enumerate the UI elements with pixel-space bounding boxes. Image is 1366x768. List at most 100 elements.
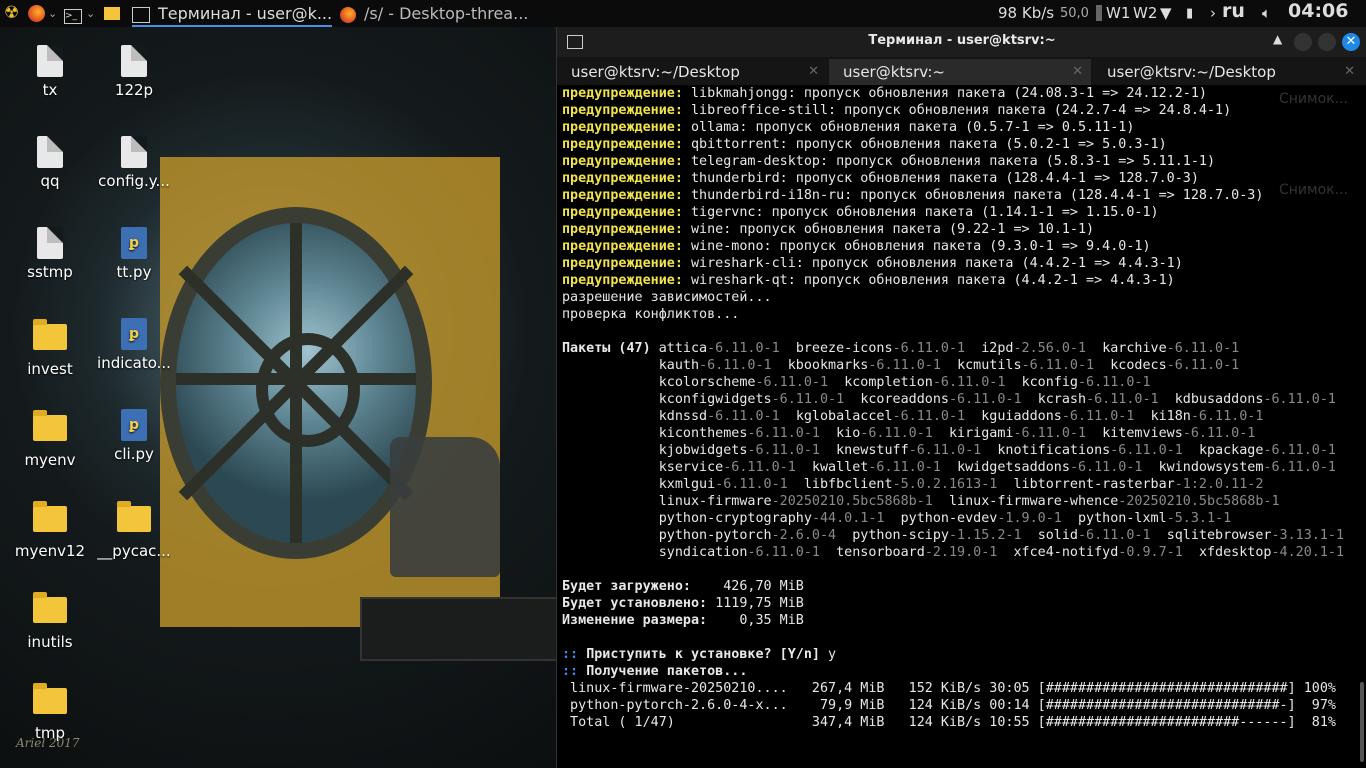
package-name: xfce4-notifyd xyxy=(1013,545,1119,560)
download-line: Total ( 1/47) 347,4 MiB 124 KiB/s 10:55 … xyxy=(562,714,1352,731)
icon-label: cli.py xyxy=(114,445,154,463)
warning-label: предупреждение: xyxy=(562,205,683,220)
desktop-folder-inutils[interactable]: inutils xyxy=(10,591,90,651)
desktop-file-tt-py[interactable]: ꝑ tt.py xyxy=(94,227,174,281)
warning-text: wine-mono: пропуск обновления пакета (9.… xyxy=(682,239,1151,254)
package-name: kauth xyxy=(658,358,700,373)
package-version: -6.11.0-1 xyxy=(1263,443,1336,458)
app-menu-icon[interactable]: ☢ xyxy=(4,3,19,24)
terminal-icon xyxy=(132,6,150,23)
warning-line: предупреждение: libreoffice-still: пропу… xyxy=(562,102,1352,119)
chevron-down-icon[interactable]: ⌄ xyxy=(86,3,95,24)
warning-label: предупреждение: xyxy=(562,154,683,169)
clock[interactable]: 04:06 xyxy=(1288,1,1348,22)
workspace-2[interactable]: W2 xyxy=(1133,3,1157,24)
package-version: -6.11.0-1 xyxy=(1013,426,1087,441)
desktop-folder-myenv[interactable]: myenv xyxy=(10,409,90,469)
minimize-button[interactable] xyxy=(1294,33,1312,51)
workspace-1[interactable]: W1 xyxy=(1106,3,1130,24)
desktop-file-sstmp[interactable]: sstmp xyxy=(10,227,90,281)
terminal-window[interactable]: Терминал - user@ktsrv:~ ▲ ✕ user@ktsrv:~… xyxy=(556,27,1366,768)
status-line: разрешение зависимостей... xyxy=(562,289,1352,306)
window-titlebar[interactable]: Терминал - user@ktsrv:~ ▲ ✕ xyxy=(557,27,1366,57)
keep-above-icon[interactable]: ▲ xyxy=(1273,32,1282,46)
size-line: Будет загружено: 426,70 MiB xyxy=(562,578,1352,595)
close-tab-icon[interactable]: ✕ xyxy=(1344,59,1355,85)
package-version: -6.11.0-1 xyxy=(1263,392,1336,407)
package-name: kpackage xyxy=(1198,443,1264,458)
tab-desktop-1[interactable]: user@ktsrv:~/Desktop ✕ xyxy=(557,59,827,85)
package-version: -6.11.0-1 xyxy=(1110,443,1183,458)
file-icon xyxy=(37,45,63,77)
taskbar-terminal[interactable]: Терминал - user@k... xyxy=(132,3,332,27)
desktop-folder-tmp[interactable]: tmp xyxy=(10,682,90,742)
package-name: libfbclient xyxy=(803,477,893,492)
package-name: sqlitebrowser xyxy=(1166,528,1272,543)
status-text: разрешение зависимостей... xyxy=(562,290,772,305)
package-row: kjobwidgets-6.11.0-1 knewstuff-6.11.0-1 … xyxy=(562,442,1352,459)
desktop-file-qq[interactable]: qq xyxy=(10,136,90,190)
desktop-file-config[interactable]: config.y... xyxy=(94,136,174,190)
close-button[interactable]: ✕ xyxy=(1342,33,1360,51)
package-name: kcompletion xyxy=(844,375,933,390)
chevron-down-icon[interactable]: ⌄ xyxy=(48,3,57,24)
home-folder-icon[interactable] xyxy=(104,3,120,24)
taskbar-firefox[interactable]: /s/ - Desktop-threa... xyxy=(340,3,530,24)
terminal-output[interactable]: предупреждение: libkmahjongg: пропуск об… xyxy=(562,85,1352,768)
package-version: -6.11.0-1 xyxy=(723,460,796,475)
desktop-file-tx[interactable]: tx xyxy=(10,45,90,99)
keyboard-layout[interactable]: ru xyxy=(1222,1,1245,22)
desktop-folder-invest[interactable]: invest xyxy=(10,318,90,378)
package-name: breeze-icons xyxy=(795,341,893,356)
package-version: -1:2.0.11-2 xyxy=(1174,477,1264,492)
package-version: -6.11.0-1 xyxy=(755,375,829,390)
desktop-folder-pycache[interactable]: __pycac... xyxy=(94,500,174,560)
firefox-launcher-icon[interactable] xyxy=(28,3,45,24)
chevron-right-icon[interactable]: › xyxy=(1210,3,1216,24)
desktop-file-cli-py[interactable]: ꝑ cli.py xyxy=(94,409,174,463)
size-value: 0,35 MiB xyxy=(715,613,804,628)
warning-text: libreoffice-still: пропуск обновления па… xyxy=(682,103,1232,118)
desktop-file-indicato[interactable]: ꝑ indicato... xyxy=(94,318,174,372)
package-version: -6.11.0-1 xyxy=(892,341,966,356)
package-version: -6.11.0-1 xyxy=(747,545,820,560)
desktop-file-122p[interactable]: 122p xyxy=(94,45,174,99)
folder-icon xyxy=(33,501,67,532)
volume-icon[interactable]: 🔈︎ xyxy=(1262,3,1271,24)
package-name: xfdesktop xyxy=(1198,545,1272,560)
close-tab-icon[interactable]: ✕ xyxy=(808,59,819,85)
terminal-launcher-icon[interactable]: >_ xyxy=(64,3,82,24)
cpu-load: 50,0 xyxy=(1060,6,1089,21)
size-value: 426,70 MiB xyxy=(715,579,804,594)
package-version: -6.11.0-1 xyxy=(1182,426,1256,441)
icon-label: __pycac... xyxy=(97,542,171,560)
close-tab-icon[interactable]: ✕ xyxy=(1072,59,1083,85)
desktop-folder-myenv12[interactable]: myenv12 xyxy=(10,500,90,560)
warning-line: предупреждение: telegram-desktop: пропус… xyxy=(562,153,1352,170)
package-name: kio xyxy=(836,426,861,441)
warning-text: wireshark-cli: пропуск обновления пакета… xyxy=(682,256,1183,271)
python-file-icon: ꝑ xyxy=(121,409,147,441)
warning-line: предупреждение: wireshark-qt: пропуск об… xyxy=(562,272,1352,289)
tab-desktop-2[interactable]: user@ktsrv:~/Desktop ✕ xyxy=(1093,59,1363,85)
icon-label: myenv12 xyxy=(14,542,86,560)
size-line: Изменение размера: 0,35 MiB xyxy=(562,612,1352,629)
maximize-button[interactable] xyxy=(1318,33,1336,51)
wifi-icon[interactable]: ▼ xyxy=(1160,3,1172,24)
python-file-icon: ꝑ xyxy=(121,227,147,259)
package-version: -6.11.0-1 xyxy=(1263,460,1336,475)
tab-home[interactable]: user@ktsrv:~ ✕ xyxy=(829,59,1091,85)
package-version: -6.11.0-1 xyxy=(860,426,933,441)
battery-icon[interactable]: ▮ xyxy=(1186,3,1193,24)
package-version: -0.9.7-1 xyxy=(1118,545,1183,560)
scrollbar[interactable] xyxy=(1360,682,1364,762)
package-row: python-cryptography-44.0.1-1 python-evde… xyxy=(562,510,1352,527)
